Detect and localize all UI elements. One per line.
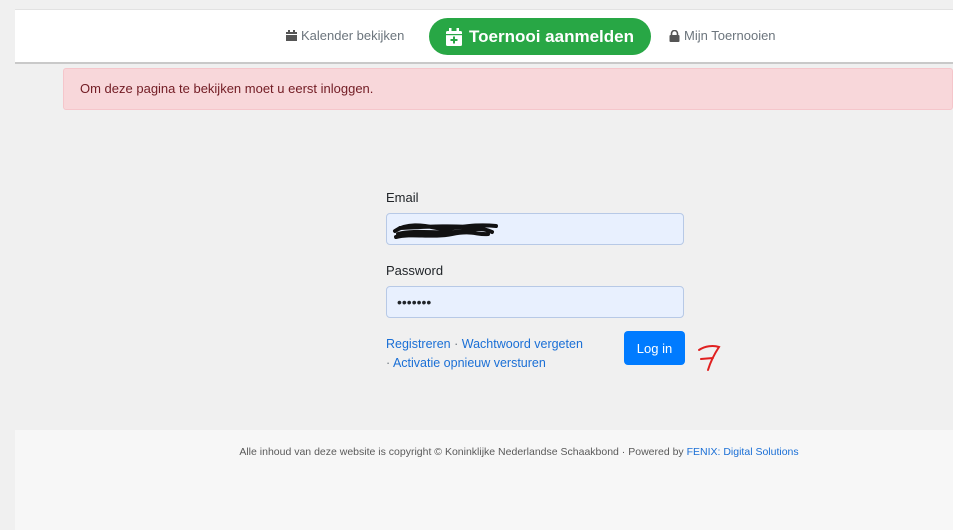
- email-field[interactable]: [386, 213, 684, 245]
- account-links: Registreren · Wachtwoord vergeten · Acti…: [386, 335, 616, 373]
- password-label: Password: [386, 263, 444, 278]
- login-required-alert: Om deze pagina te bekijken moet u eerst …: [63, 68, 953, 110]
- calendar-plus-icon: [446, 27, 462, 46]
- alert-text: Om deze pagina te bekijken moet u eerst …: [80, 81, 374, 96]
- resend-activation-link[interactable]: Activatie opnieuw versturen: [393, 356, 546, 370]
- nav-calendar-link[interactable]: Kalender bekijken: [286, 28, 404, 43]
- footer-copyright-text: Alle inhoud van deze website is copyrigh…: [239, 446, 684, 458]
- nav-my-tournaments-label: Mijn Toernooien: [684, 28, 776, 43]
- lock-icon: [669, 29, 680, 42]
- footer-copyright: Alle inhoud van deze website is copyrigh…: [15, 446, 953, 458]
- email-label: Email: [386, 190, 419, 205]
- nav-calendar-label: Kalender bekijken: [301, 28, 405, 43]
- forgot-password-link[interactable]: Wachtwoord vergeten: [462, 337, 583, 351]
- nav-my-tournaments-link[interactable]: Mijn Toernooien: [669, 28, 776, 43]
- register-link[interactable]: Registreren: [386, 337, 451, 351]
- link-separator: ·: [386, 356, 391, 370]
- page-footer: Alle inhoud van deze website is copyrigh…: [15, 430, 953, 530]
- nav-register-tournament-button[interactable]: Toernooi aanmelden: [429, 18, 651, 55]
- password-field[interactable]: [386, 286, 684, 318]
- nav-register-label: Toernooi aanmelden: [469, 26, 634, 46]
- top-navbar: Kalender bekijken Toernooi aanmelden Mij…: [15, 9, 953, 64]
- footer-fenix-link[interactable]: FENIX: Digital Solutions: [687, 446, 799, 458]
- handwritten-annotation: [698, 345, 721, 371]
- calendar-icon: [286, 30, 297, 41]
- login-button[interactable]: Log in: [624, 331, 685, 365]
- link-separator: ·: [454, 337, 459, 351]
